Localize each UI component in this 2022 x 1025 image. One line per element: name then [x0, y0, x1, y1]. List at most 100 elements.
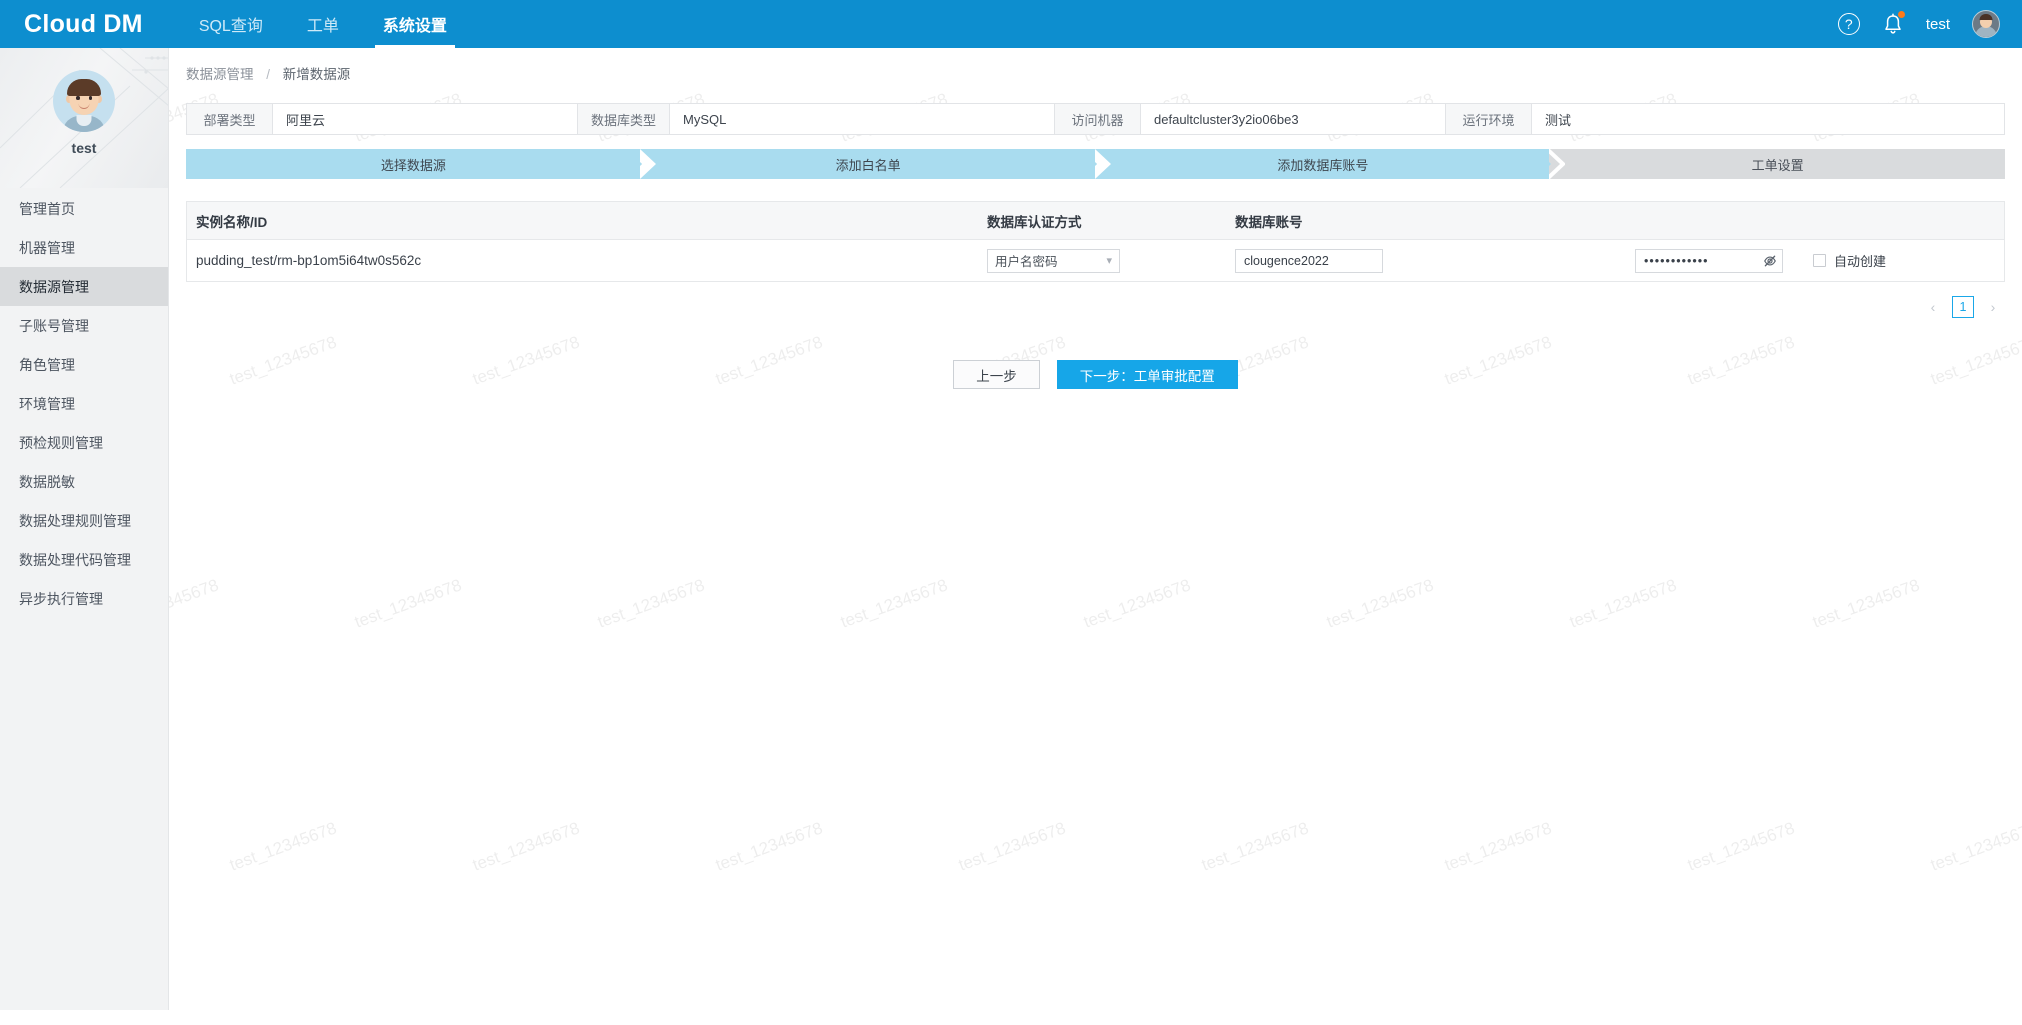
watermark-text: test_12345678	[1809, 575, 1923, 632]
pagination-page-1[interactable]: 1	[1952, 296, 1974, 318]
sidebar-menu: 管理首页 机器管理 数据源管理 子账号管理 角色管理 环境管理 预检规则管理 数…	[0, 188, 168, 618]
sidebar-item-label: 数据处理规则管理	[19, 512, 131, 529]
breadcrumb-parent[interactable]: 数据源管理	[186, 67, 254, 82]
sidebar-item-label: 角色管理	[19, 356, 75, 373]
notification-bell-icon[interactable]	[1882, 11, 1905, 36]
sidebar-item-async-execution-management[interactable]: 异步执行管理	[0, 579, 168, 618]
step-select-datasource[interactable]: 选择数据源	[186, 149, 656, 179]
table-header-row: 实例名称/ID 数据库认证方式 数据库账号	[187, 202, 2004, 240]
sidebar-avatar-eye-left	[76, 96, 80, 100]
tab-system-settings-label: 系统设置	[382, 18, 447, 35]
sidebar-item-subaccount-management[interactable]: 子账号管理	[0, 306, 168, 345]
nav-right-actions: ? test	[1837, 0, 2022, 48]
sidebar-item-data-masking[interactable]: 数据脱敏	[0, 462, 168, 501]
auth-method-select[interactable]: 用户名密码 ▾	[987, 248, 1120, 273]
notification-badge-dot	[1897, 11, 1905, 18]
db-password-input[interactable]	[1635, 248, 1783, 273]
runtime-environment-value: 测试	[1545, 112, 1572, 128]
pagination-next-icon[interactable]: ›	[1983, 297, 2003, 317]
main-content-area: test_12345678 test_12345678 test_12345678 t…	[169, 48, 2022, 1010]
column-header-auth-method: 数据库认证方式	[987, 214, 1082, 230]
pagination-prev-icon[interactable]: ‹	[1923, 297, 1943, 317]
sidebar-item-label: 环境管理	[19, 395, 75, 412]
column-header-db-account: 数据库账号	[1235, 214, 1303, 230]
database-account-table: 实例名称/ID 数据库认证方式 数据库账号 pudding_test/rm-bp…	[186, 201, 2005, 282]
page-content: 数据源管理 / 新增数据源 部署类型 阿里云 数据库类型 MySQL 访问机器 …	[169, 48, 2022, 389]
sidebar-item-precheck-rule-management[interactable]: 预检规则管理	[0, 423, 168, 462]
watermark-text: test_12345678	[169, 575, 222, 632]
sidebar-item-label: 数据处理代码管理	[19, 551, 131, 568]
step-work-order-settings[interactable]: 工单设置	[1550, 149, 2005, 179]
sidebar-item-label: 数据源管理	[19, 278, 89, 295]
watermark-text: test_12345678	[1566, 575, 1680, 632]
cell-auth-method: 用户名密码 ▾	[987, 248, 1235, 273]
access-machine-label: 访问机器	[1055, 104, 1142, 134]
datasource-info-bar: 部署类型 阿里云 数据库类型 MySQL 访问机器 defaultcluster…	[186, 103, 2005, 135]
wizard-step-indicator: 选择数据源 添加白名单 添加数据库账号 工单设置	[186, 149, 2005, 179]
sidebar-item-environment-management[interactable]: 环境管理	[0, 384, 168, 423]
eye-hidden-icon[interactable]	[1763, 254, 1777, 268]
watermark-text: test_12345678	[1927, 818, 2022, 875]
tab-system-settings[interactable]: 系统设置	[361, 0, 469, 48]
app-logo[interactable]: Cloud DM	[0, 0, 177, 48]
breadcrumb-current[interactable]: 新增数据源	[283, 67, 351, 82]
cell-instance-name-id: pudding_test/rm-bp1om5i64tw0s562c	[196, 253, 422, 268]
deploy-type-label: 部署类型	[187, 104, 273, 134]
step-chevron-icon	[1549, 149, 1566, 179]
tab-work-order[interactable]: 工单	[285, 0, 361, 48]
table-row: pudding_test/rm-bp1om5i64tw0s562c 用户名密码 …	[187, 240, 2004, 281]
step-add-whitelist[interactable]: 添加白名单	[640, 149, 1111, 179]
sidebar-item-data-process-code-management[interactable]: 数据处理代码管理	[0, 540, 168, 579]
watermark-text: test_12345678	[1198, 818, 1312, 875]
user-avatar-icon[interactable]	[1972, 10, 2000, 38]
watermark-text: test_12345678	[469, 818, 583, 875]
breadcrumb: 数据源管理 / 新增数据源	[169, 48, 2022, 83]
brand-name-primary: Cloud	[24, 9, 97, 38]
next-step-button[interactable]: 下一步：工单审批配置	[1056, 360, 1238, 389]
watermark-text: test_12345678	[226, 818, 340, 875]
previous-step-button[interactable]: 上一步	[953, 360, 1040, 389]
checkbox-box-icon	[1813, 254, 1826, 267]
sidebar-item-datasource-management[interactable]: 数据源管理	[0, 267, 168, 306]
column-header-instance: 实例名称/ID	[196, 214, 268, 230]
chevron-down-icon: ▾	[1106, 255, 1112, 267]
tab-sql-query[interactable]: SQL查询	[177, 0, 285, 48]
pagination: ‹ 1 ›	[169, 296, 2003, 318]
cell-db-account	[1235, 248, 1635, 273]
sidebar-username: test	[71, 140, 97, 156]
help-icon[interactable]: ?	[1837, 13, 1860, 35]
tab-work-order-label: 工单	[306, 18, 339, 35]
watermark-text: test_12345678	[955, 818, 1069, 875]
step-chevron-icon	[639, 149, 656, 179]
auto-create-checkbox[interactable]: 自动创建	[1813, 251, 1886, 270]
auto-create-label: 自动创建	[1834, 254, 1887, 269]
step-label: 添加数据库账号	[1277, 157, 1369, 173]
database-type-value: MySQL	[670, 104, 1056, 134]
sidebar-item-data-process-rule-management[interactable]: 数据处理规则管理	[0, 501, 168, 540]
left-sidebar: test 管理首页 机器管理 数据源管理 子账号管理 角色管理 环境管理 预检规…	[0, 48, 169, 1010]
sidebar-avatar-hair	[67, 79, 101, 96]
watermark-text: test_12345678	[1441, 818, 1555, 875]
access-machine-value: defaultcluster3y2io06be3	[1141, 104, 1447, 134]
watermark-text: test_12345678	[1684, 818, 1798, 875]
sidebar-avatar	[53, 70, 115, 132]
sidebar-item-label: 预检规则管理	[19, 434, 103, 451]
auth-method-selected-value: 用户名密码	[995, 255, 1058, 269]
sidebar-profile-header: test	[0, 48, 168, 188]
watermark-text: test_12345678	[351, 575, 465, 632]
step-label: 添加白名单	[835, 157, 901, 173]
avatar-hair	[1979, 14, 1993, 20]
tab-sql-query-label: SQL查询	[198, 18, 263, 35]
sidebar-item-label: 异步执行管理	[19, 590, 103, 607]
sidebar-item-admin-home[interactable]: 管理首页	[0, 189, 168, 228]
sidebar-item-machine-management[interactable]: 机器管理	[0, 228, 168, 267]
header-username[interactable]: test	[1926, 16, 1950, 33]
watermark-text: test_12345678	[1080, 575, 1194, 632]
sidebar-item-role-management[interactable]: 角色管理	[0, 345, 168, 384]
brand-name-secondary: DM	[103, 9, 143, 38]
breadcrumb-separator: /	[266, 67, 271, 82]
step-add-database-account[interactable]: 添加数据库账号	[1095, 149, 1566, 179]
wizard-action-buttons: 上一步 下一步：工单审批配置	[169, 360, 2022, 389]
watermark-text: test_12345678	[712, 818, 826, 875]
db-account-input[interactable]	[1235, 248, 1383, 273]
